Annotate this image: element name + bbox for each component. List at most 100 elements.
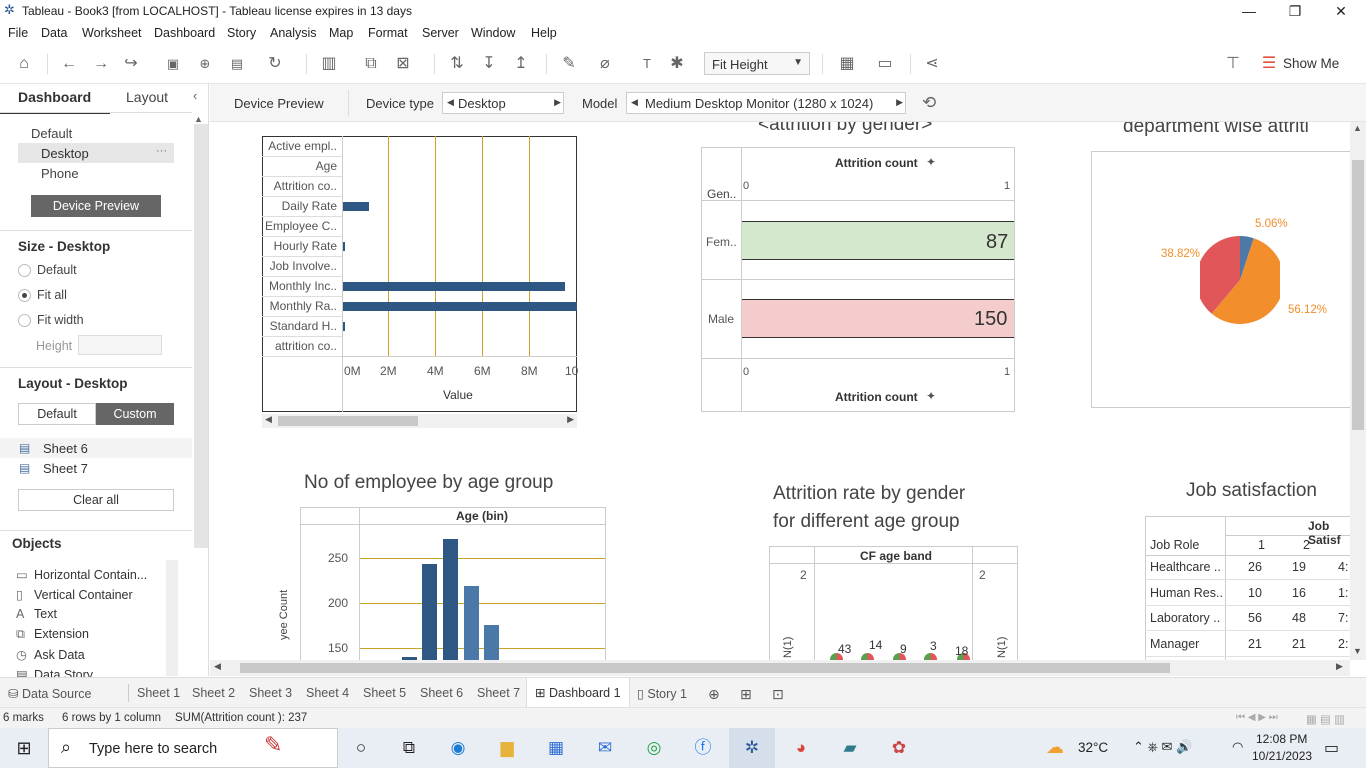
device-preview-button[interactable]: Device Preview [31,195,161,217]
windows-start-icon[interactable]: ⊞ [11,736,37,760]
model-select[interactable]: ◀ Medium Desktop Monitor (1280 x 1024) ▶ [626,92,906,114]
replay-icon[interactable]: ↪ [120,54,142,74]
clock-date[interactable]: 10/21/2023 [1252,749,1312,763]
collapse-icon[interactable]: ‹ [193,88,197,103]
menu-analysis[interactable]: Analysis [270,26,317,40]
sign-icon[interactable]: ⊤ [1222,54,1244,74]
tab-sheet-7[interactable]: Sheet 7 [477,686,520,700]
wifi-icon[interactable]: ◠ [1232,739,1243,755]
canvas-h-scrollbar[interactable]: ◀ ▶ [210,660,1350,676]
tableau-icon[interactable]: ✲ [739,736,765,760]
store-icon[interactable]: ▦ [543,736,569,760]
scroll-up-icon[interactable]: ▲ [194,114,203,124]
show-cards-icon[interactable]: ▦ [836,54,858,74]
tab-layout[interactable]: Layout [126,89,168,105]
sort-asc-icon[interactable]: ↧ [478,54,500,74]
radio-fit-all[interactable] [18,289,31,302]
pin-icon[interactable]: ✦ [926,389,936,403]
layout-default-button[interactable]: Default [18,403,96,425]
tab-data-source[interactable]: ⛁ Data Source [8,686,91,701]
close-button[interactable]: ✕ [1318,2,1364,20]
sort-desc-icon[interactable]: ↥ [510,54,532,74]
notepad-icon[interactable]: ▰ [837,736,863,760]
show-me-button[interactable]: Show Me [1283,56,1339,71]
tray-icons[interactable]: ⌃ ⎈ ✉ 🔊 [1133,739,1192,755]
radio-default[interactable] [18,264,31,277]
page-nav-icon[interactable]: ⏮ ◀ ▶ ⏭ [1236,712,1278,723]
new-sheet-icon[interactable]: ⊕ [708,686,720,703]
age-bar[interactable] [484,624,499,660]
menu-story[interactable]: Story [227,26,256,40]
age-bar[interactable] [443,539,458,660]
taskbar-search[interactable]: ⌕ Type here to search ✎ [48,728,338,768]
menu-format[interactable]: Format [368,26,408,40]
more-icon[interactable]: ··· [156,145,167,157]
save-icon[interactable]: ▣ [162,54,184,74]
pie-chart[interactable] [1200,232,1280,326]
menu-help[interactable]: Help [531,26,557,40]
hbar-bar[interactable] [343,202,369,211]
layout-custom-button[interactable]: Custom [96,403,174,425]
sheet-6-item[interactable]: Sheet 6 [43,441,88,456]
whatsapp-icon[interactable]: ◎ [641,736,667,760]
clear-all-button[interactable]: Clear all [18,489,174,511]
label-icon[interactable]: T [636,54,658,74]
minimize-button[interactable]: — [1226,2,1272,20]
task-view-icon[interactable]: ⧉ [396,736,422,760]
hbar-bar[interactable] [343,242,346,251]
tab-dashboard[interactable]: Dashboard [18,89,91,105]
menu-file[interactable]: File [8,26,28,40]
new-worksheet-icon[interactable]: ▥ [318,54,340,74]
fit-dropdown[interactable]: Fit Height ▼ [704,52,810,75]
menu-server[interactable]: Server [422,26,459,40]
menu-data[interactable]: Data [41,26,67,40]
pause-icon[interactable]: ▤ [226,54,248,74]
tab-sheet-1[interactable]: Sheet 1 [137,686,180,700]
new-story-icon[interactable]: ⊡ [772,686,784,703]
object-text[interactable]: A Text [16,607,57,621]
file-explorer-icon[interactable]: ▆ [494,736,520,760]
menu-worksheet[interactable]: Worksheet [82,26,142,40]
chrome-icon[interactable]: ◕ [788,736,814,760]
new-datasource-icon[interactable]: ⊕ [194,54,216,74]
device-default[interactable]: Default [31,126,72,141]
age-bar[interactable] [422,564,437,660]
radio-fit-width[interactable] [18,314,31,327]
gender-pie-mark[interactable] [861,653,874,660]
object-ask-data[interactable]: ◷ Ask Data [16,647,85,662]
presentation-icon[interactable]: ▭ [874,54,896,74]
device-type-select[interactable]: ◀ Desktop ▶ [442,92,564,114]
tab-dashboard-1[interactable]: ⊞ Dashboard 1 [526,678,630,708]
clear-sheet-icon[interactable]: ⊠ [392,54,414,74]
highlight-icon[interactable]: ✎ [558,54,580,74]
swap-icon[interactable]: ⇅ [446,54,468,74]
show-me-icon[interactable]: ☰ [1258,54,1280,74]
refresh-icon[interactable]: ↻ [264,54,286,74]
app-icon[interactable]: ✿ [886,736,912,760]
undo-icon[interactable]: ← [58,54,80,74]
new-dashboard-icon[interactable]: ⊞ [740,686,752,703]
hbar-bar[interactable] [343,302,577,311]
mail-icon[interactable]: ✉ [592,736,618,760]
redo-icon[interactable]: → [90,54,112,74]
pin-icon[interactable]: ✱ [666,54,688,74]
share-icon[interactable]: ⋖ [921,54,943,74]
edge-icon[interactable]: ◉ [445,736,471,760]
menu-window[interactable]: Window [471,26,515,40]
object-horizontal-container[interactable]: ▭ Horizontal Contain... [16,567,147,582]
tab-sheet-2[interactable]: Sheet 2 [192,686,235,700]
menu-map[interactable]: Map [329,26,353,40]
view-mode-icon[interactable]: ▦ ▤ ▥ [1306,712,1345,726]
tab-sheet-3[interactable]: Sheet 3 [249,686,292,700]
menu-dashboard[interactable]: Dashboard [154,26,215,40]
age-bar[interactable] [464,585,479,660]
object-vertical-container[interactable]: ▯ Vertical Container [16,587,133,602]
tab-sheet-5[interactable]: Sheet 5 [363,686,406,700]
home-icon[interactable]: ⌂ [13,54,35,74]
tab-story-1[interactable]: ▯ Story 1 [637,686,687,701]
sheet-7-item[interactable]: Sheet 7 [43,461,88,476]
device-desktop[interactable]: Desktop [41,146,89,161]
tab-sheet-4[interactable]: Sheet 4 [306,686,349,700]
pin-icon[interactable]: ✦ [926,155,936,169]
notifications-icon[interactable]: ▭ [1324,738,1339,758]
